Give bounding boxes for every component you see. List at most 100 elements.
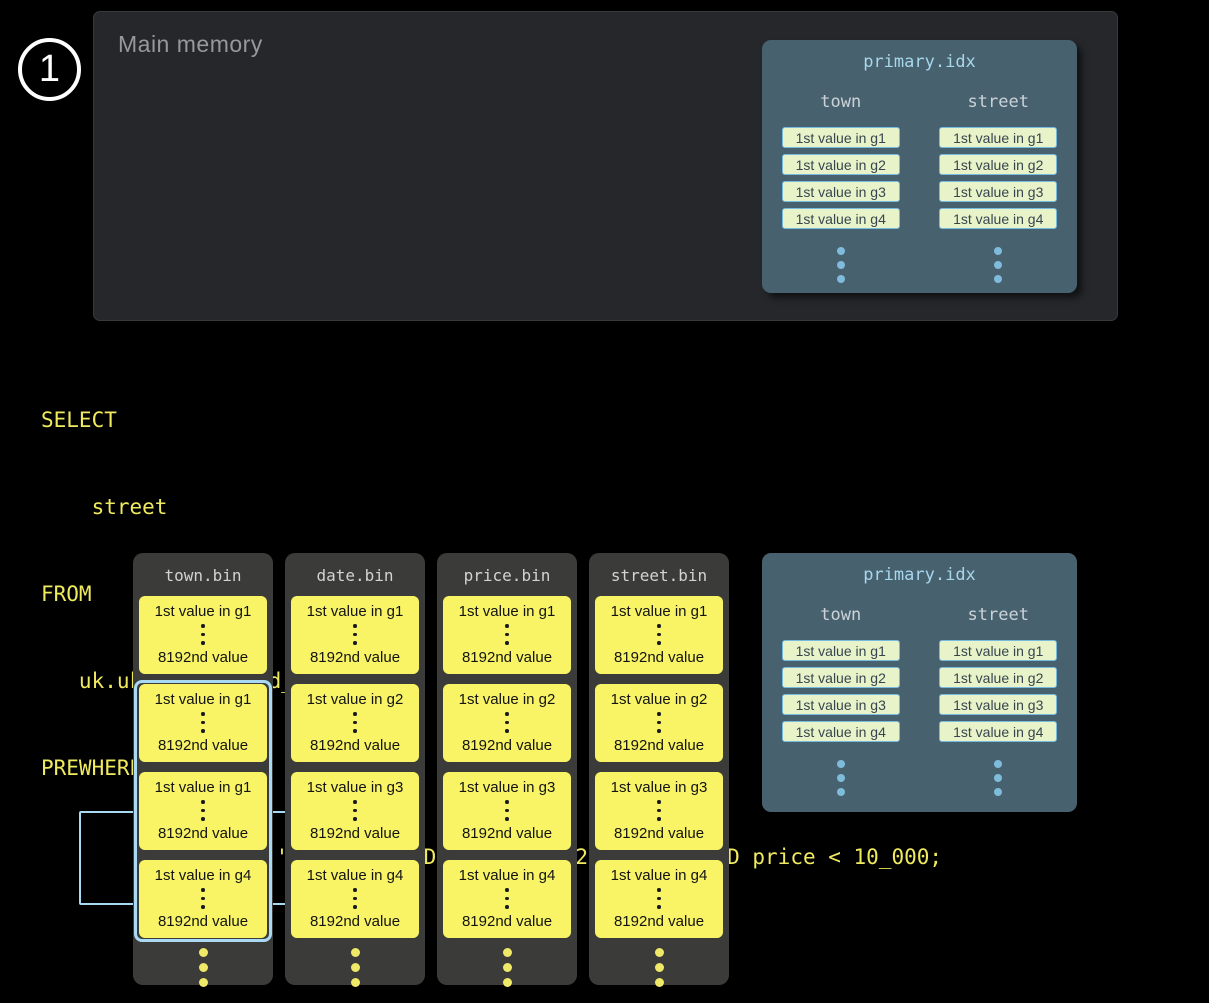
vertical-ellipsis-icon xyxy=(201,800,205,821)
granule-first-value: 1st value in g3 xyxy=(459,779,556,796)
index-entry: 1st value in g4 xyxy=(782,721,900,742)
bin-title: price.bin xyxy=(437,566,577,585)
vertical-ellipsis-icon xyxy=(589,948,729,987)
index-entry: 1st value in g2 xyxy=(939,667,1057,688)
primary-idx-columns: town 1st value in g1 1st value in g2 1st… xyxy=(762,76,1077,283)
granule-last-value: 8192nd value xyxy=(158,649,248,666)
granule-card: 1st value in g1 8192nd value xyxy=(595,596,723,674)
vertical-ellipsis-icon xyxy=(201,712,205,733)
granule-card: 1st value in g4 8192nd value xyxy=(443,860,571,938)
index-column-header: town xyxy=(820,92,861,112)
granule-last-value: 8192nd value xyxy=(310,737,400,754)
index-entry: 1st value in g4 xyxy=(939,208,1057,229)
bin-title: street.bin xyxy=(589,566,729,585)
granule-card: 1st value in g4 8192nd value xyxy=(291,860,419,938)
granule-card: 1st value in g1 8192nd value xyxy=(291,596,419,674)
index-entry: 1st value in g3 xyxy=(939,694,1057,715)
vertical-ellipsis-icon xyxy=(201,888,205,909)
index-entry: 1st value in g3 xyxy=(939,181,1057,202)
granule-last-value: 8192nd value xyxy=(462,737,552,754)
index-column-street: street 1st value in g1 1st value in g2 1… xyxy=(920,76,1078,283)
vertical-ellipsis-icon xyxy=(505,624,509,645)
sql-where-indent xyxy=(41,843,79,872)
granule-first-value: 1st value in g4 xyxy=(155,867,252,884)
primary-idx-columns: town 1st value in g1 1st value in g2 1st… xyxy=(762,589,1077,796)
granule-last-value: 8192nd value xyxy=(158,913,248,930)
granule-first-value: 1st value in g1 xyxy=(155,779,252,796)
granule-first-value: 1st value in g2 xyxy=(459,691,556,708)
index-column-header: town xyxy=(820,605,861,625)
vertical-ellipsis-icon xyxy=(505,888,509,909)
granule-first-value: 1st value in g4 xyxy=(611,867,708,884)
granule-last-value: 8192nd value xyxy=(614,825,704,842)
vertical-ellipsis-icon xyxy=(353,624,357,645)
granule-first-value: 1st value in g1 xyxy=(307,603,404,620)
diagram-stage: 1 Main memory primary.idx town 1st value… xyxy=(0,0,1209,1003)
index-entry: 1st value in g4 xyxy=(782,208,900,229)
granule-card: 1st value in g3 8192nd value xyxy=(443,772,571,850)
bin-column-price: price.bin 1st value in g1 8192nd value 1… xyxy=(437,553,577,985)
index-entry: 1st value in g2 xyxy=(782,667,900,688)
vertical-ellipsis-icon xyxy=(837,760,845,796)
bin-title: town.bin xyxy=(133,566,273,585)
vertical-ellipsis-icon xyxy=(201,624,205,645)
granule-first-value: 1st value in g4 xyxy=(459,867,556,884)
vertical-ellipsis-icon xyxy=(657,800,661,821)
index-column-town: town 1st value in g1 1st value in g2 1st… xyxy=(762,76,920,283)
primary-idx-title: primary.idx xyxy=(762,565,1077,585)
vertical-ellipsis-icon xyxy=(353,888,357,909)
granule-last-value: 8192nd value xyxy=(614,913,704,930)
bin-column-date: date.bin 1st value in g1 8192nd value 1s… xyxy=(285,553,425,985)
granule-first-value: 1st value in g2 xyxy=(611,691,708,708)
granule-last-value: 8192nd value xyxy=(614,737,704,754)
vertical-ellipsis-icon xyxy=(353,712,357,733)
step-number-badge: 1 xyxy=(18,38,81,101)
granule-last-value: 8192nd value xyxy=(462,825,552,842)
vertical-ellipsis-icon xyxy=(133,948,273,987)
primary-idx-title: primary.idx xyxy=(762,52,1077,72)
granule-card: 1st value in g1 8192nd value xyxy=(139,684,267,762)
granule-first-value: 1st value in g1 xyxy=(459,603,556,620)
granule-last-value: 8192nd value xyxy=(158,825,248,842)
granule-card: 1st value in g1 8192nd value xyxy=(139,596,267,674)
granule-first-value: 1st value in g3 xyxy=(611,779,708,796)
vertical-ellipsis-icon xyxy=(285,948,425,987)
index-entry: 1st value in g4 xyxy=(939,721,1057,742)
vertical-ellipsis-icon xyxy=(657,624,661,645)
granule-first-value: 1st value in g3 xyxy=(307,779,404,796)
vertical-ellipsis-icon xyxy=(505,800,509,821)
granule-card: 1st value in g2 8192nd value xyxy=(595,684,723,762)
granule-card: 1st value in g3 8192nd value xyxy=(291,772,419,850)
index-entry: 1st value in g3 xyxy=(782,181,900,202)
bin-column-town: town.bin 1st value in g1 8192nd value 1s… xyxy=(133,553,273,985)
granule-card: 1st value in g1 8192nd value xyxy=(443,596,571,674)
bin-title: date.bin xyxy=(285,566,425,585)
granule-last-value: 8192nd value xyxy=(310,913,400,930)
granule-card: 1st value in g2 8192nd value xyxy=(443,684,571,762)
vertical-ellipsis-icon xyxy=(437,948,577,987)
vertical-ellipsis-icon xyxy=(353,800,357,821)
vertical-ellipsis-icon xyxy=(837,247,845,283)
main-memory-title: Main memory xyxy=(118,31,263,58)
granule-card: 1st value in g3 8192nd value xyxy=(595,772,723,850)
vertical-ellipsis-icon xyxy=(994,760,1002,796)
granule-last-value: 8192nd value xyxy=(310,649,400,666)
bin-column-street: street.bin 1st value in g1 8192nd value … xyxy=(589,553,729,985)
granule-first-value: 1st value in g1 xyxy=(155,603,252,620)
granule-last-value: 8192nd value xyxy=(462,913,552,930)
index-column-street: street 1st value in g1 1st value in g2 1… xyxy=(920,589,1078,796)
granule-first-value: 1st value in g4 xyxy=(307,867,404,884)
granule-last-value: 8192nd value xyxy=(614,649,704,666)
vertical-ellipsis-icon xyxy=(994,247,1002,283)
step-number: 1 xyxy=(39,48,60,91)
index-column-header: street xyxy=(968,605,1029,625)
index-entry: 1st value in g2 xyxy=(939,154,1057,175)
sql-line: street xyxy=(41,493,942,522)
vertical-ellipsis-icon xyxy=(505,712,509,733)
index-column-town: town 1st value in g1 1st value in g2 1st… xyxy=(762,589,920,796)
granule-last-value: 8192nd value xyxy=(310,825,400,842)
primary-idx-box-disk: primary.idx town 1st value in g1 1st val… xyxy=(762,553,1077,812)
granule-card: 1st value in g4 8192nd value xyxy=(595,860,723,938)
primary-idx-box-memory: primary.idx town 1st value in g1 1st val… xyxy=(762,40,1077,293)
granule-first-value: 1st value in g1 xyxy=(611,603,708,620)
